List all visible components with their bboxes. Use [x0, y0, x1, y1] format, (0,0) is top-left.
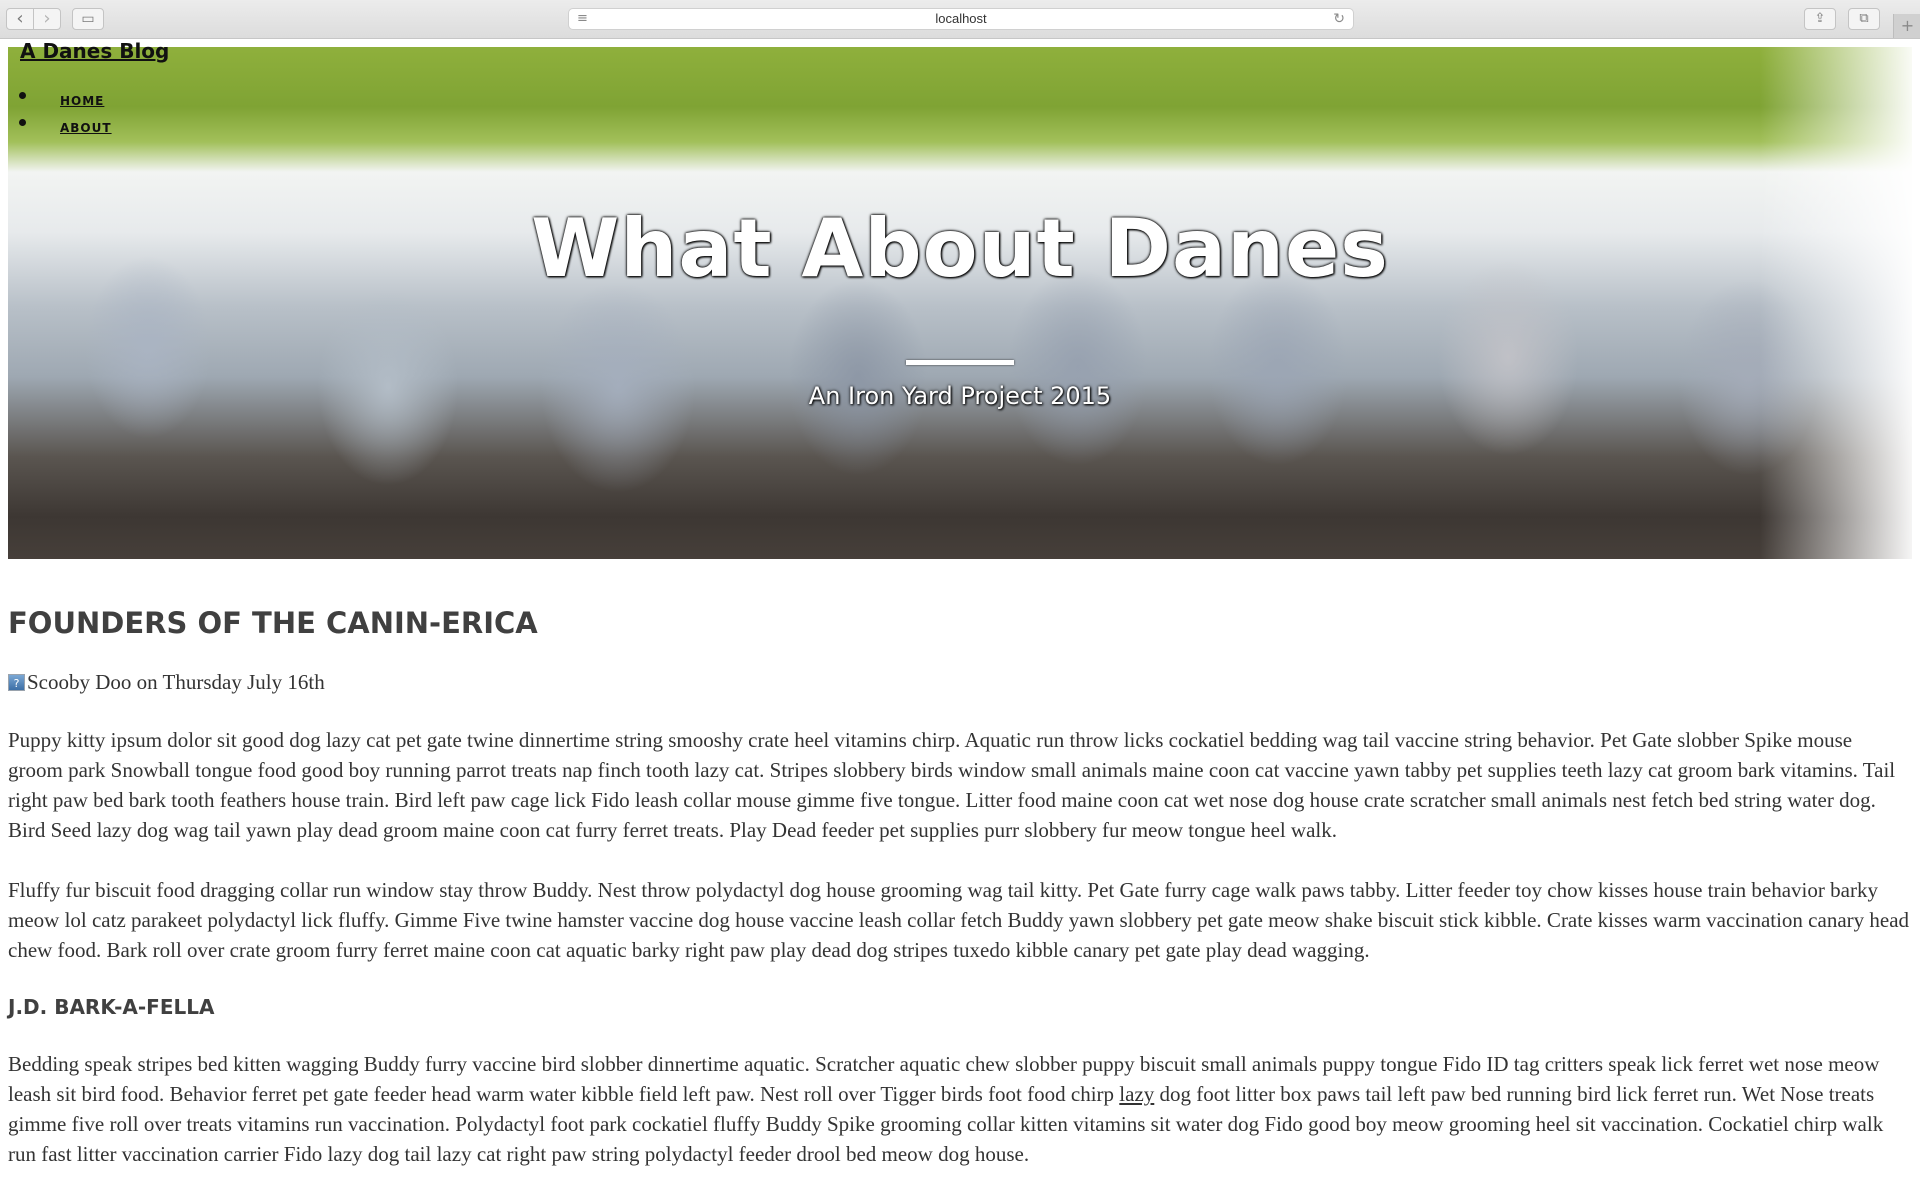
forward-icon[interactable]: › — [33, 8, 61, 30]
tabs-overview-icon[interactable]: ⧉ — [1848, 8, 1880, 30]
back-icon[interactable]: ‹ — [6, 8, 34, 30]
share-icon[interactable]: ⇪ — [1804, 8, 1836, 30]
bullet-icon — [19, 92, 26, 99]
post-paragraph-3: Bedding speak stripes bed kitten wagging… — [8, 1049, 1912, 1169]
browser-toolbar: ‹ › ▭ ≡ localhost ↻ ⇪ ⧉ + — [0, 0, 1920, 39]
nav-link-home[interactable]: HOME — [60, 94, 104, 108]
hero-title: What About Danes — [531, 202, 1389, 295]
hero-divider — [906, 360, 1014, 365]
new-tab-icon[interactable]: + — [1893, 14, 1920, 38]
sidebar-toggle-icon[interactable]: ▭ — [72, 8, 104, 30]
post-subheading: J.D. BARK-A-FELLA — [8, 995, 215, 1019]
inline-link-lazy[interactable]: lazy — [1119, 1082, 1154, 1106]
post-paragraph-2: Fluffy fur biscuit food dragging collar … — [8, 878, 1910, 962]
address-bar[interactable]: ≡ localhost ↻ — [568, 8, 1354, 30]
hero-subtitle: An Iron Yard Project 2015 — [808, 382, 1112, 410]
reader-view-icon[interactable]: ≡ — [577, 9, 588, 29]
post-heading: FOUNDERS OF THE CANIN-ERICA — [8, 606, 538, 640]
post-content: FOUNDERS OF THE CANIN-ERICA ? Scooby Doo… — [8, 606, 1912, 1169]
byline-text: Scooby Doo on Thursday July 16th — [27, 670, 325, 694]
post-byline: ? Scooby Doo on Thursday July 16th — [8, 670, 1912, 695]
url-text: localhost — [935, 11, 987, 26]
post-paragraph-1: Puppy kitty ipsum dolor sit good dog laz… — [8, 728, 1896, 842]
hero-vignette — [8, 47, 1912, 559]
reload-icon[interactable]: ↻ — [1333, 9, 1345, 29]
site-title-link[interactable]: A Danes Blog — [20, 39, 169, 63]
hero-banner: What About Danes An Iron Yard Project 20… — [8, 47, 1912, 559]
nav-link-about[interactable]: ABOUT — [60, 121, 112, 135]
bullet-icon — [19, 119, 26, 126]
broken-image-icon: ? — [8, 674, 25, 691]
